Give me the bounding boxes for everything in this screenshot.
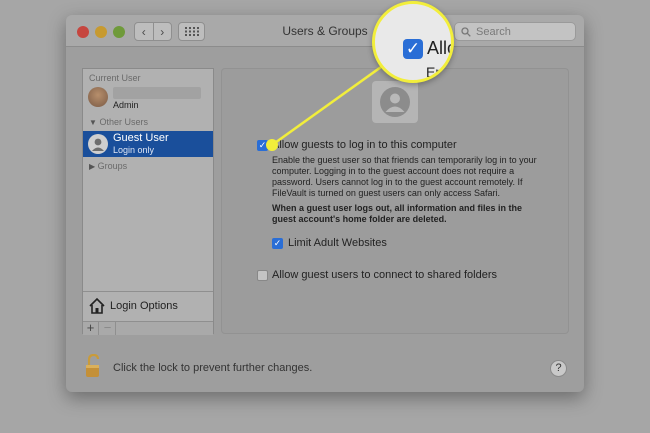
checkmark-icon: ✓	[405, 39, 421, 58]
zoom-callout: ✓ Allo Ena	[372, 1, 454, 83]
magnified-checkbox: ✓	[403, 39, 423, 59]
callout-line	[266, 60, 389, 151]
magnified-text-1: Allo	[427, 38, 451, 58]
magnified-text-2: Ena	[426, 64, 451, 80]
